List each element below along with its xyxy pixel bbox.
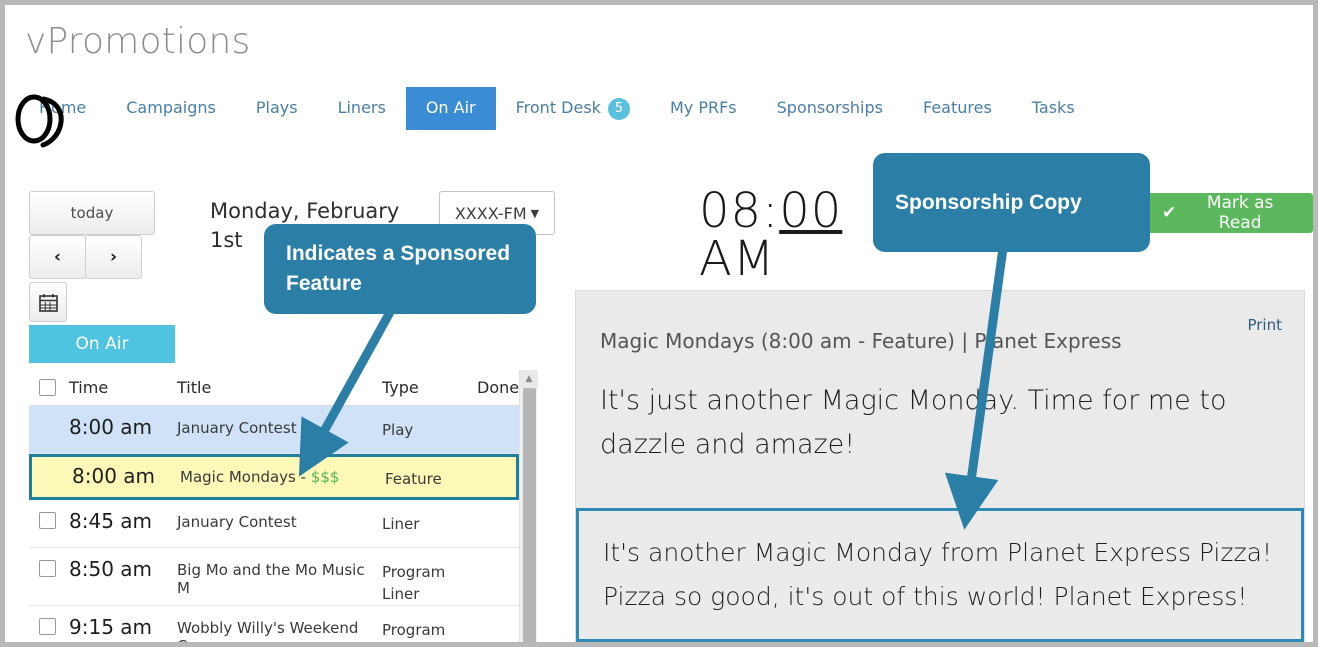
row-checkbox-cell bbox=[29, 406, 69, 418]
nav-item-label: Tasks bbox=[1031, 98, 1075, 117]
select-all-checkbox[interactable] bbox=[39, 379, 56, 396]
station-select-value: XXXX-FM bbox=[454, 203, 527, 223]
column-header-title: Title bbox=[177, 378, 212, 397]
nav-item-sponsorships[interactable]: Sponsorships bbox=[757, 87, 903, 130]
row-type: Play bbox=[382, 421, 414, 439]
nav-item-label: Home bbox=[39, 98, 87, 117]
row-checkbox[interactable] bbox=[39, 512, 56, 529]
row-checkbox-cell bbox=[32, 457, 72, 469]
sponsorship-copy-box: It's another Magic Monday from Planet Ex… bbox=[576, 508, 1304, 642]
row-title: Magic Mondays - $$$ bbox=[180, 457, 385, 486]
chevron-down-icon: ▼ bbox=[530, 206, 540, 220]
column-header-time: Time bbox=[69, 378, 109, 397]
today-button-label: today bbox=[70, 204, 114, 222]
calendar-picker-button[interactable] bbox=[29, 282, 67, 322]
nav-item-features[interactable]: Features bbox=[903, 87, 1012, 130]
table-row[interactable]: 8:45 am January Contest Liner bbox=[29, 500, 519, 548]
chevron-right-icon: › bbox=[109, 247, 117, 267]
page-title: vPromotions bbox=[25, 21, 251, 62]
on-air-view-label: On Air bbox=[75, 334, 129, 354]
sponsored-indicator: $$$ bbox=[310, 468, 340, 486]
table-header-row: Time Title Type Done bbox=[29, 370, 519, 406]
row-time: 8:00 am bbox=[69, 415, 153, 439]
table-row[interactable]: 8:00 am January Contest Play bbox=[29, 406, 519, 454]
row-time: 8:00 am bbox=[72, 464, 156, 488]
mark-as-read-button[interactable]: ✔ Mark as Read bbox=[1146, 193, 1313, 233]
nav-item-label: Plays bbox=[255, 98, 298, 117]
row-title: January Contest bbox=[177, 513, 297, 531]
today-button[interactable]: today bbox=[29, 191, 155, 235]
content-subtitle: Magic Mondays (8:00 am - Feature) | Plan… bbox=[600, 329, 1122, 353]
select-all-cell bbox=[29, 379, 69, 396]
current-time-display: 08:00 AM bbox=[699, 187, 842, 283]
nav-item-plays[interactable]: Plays bbox=[236, 87, 318, 130]
main-navigation: Home Campaigns Plays Liners On Air Front… bbox=[19, 87, 1095, 130]
print-link[interactable]: Print bbox=[1247, 316, 1282, 334]
nav-item-label: My PRFs bbox=[669, 98, 737, 117]
scroll-up-icon[interactable]: ▲ bbox=[520, 370, 538, 388]
row-type: Feature bbox=[385, 470, 442, 488]
row-title: Wobbly Willy's Weekend Co bbox=[177, 619, 359, 647]
content-body: It's just another Magic Monday. Time for… bbox=[600, 385, 1227, 460]
table-row[interactable]: 9:15 am Wobbly Willy's Weekend Co Progra… bbox=[29, 606, 519, 647]
row-checkbox-cell bbox=[29, 606, 69, 635]
annotation-callout-feature: Indicates a Sponsored Feature bbox=[264, 224, 536, 314]
schedule-scrollbar[interactable]: ▲ bbox=[519, 370, 538, 642]
table-row[interactable]: 8:00 am Magic Mondays - $$$ Feature bbox=[29, 454, 519, 500]
clock-minutes: 00 bbox=[779, 183, 843, 239]
check-icon: ✔ bbox=[1162, 203, 1177, 223]
annotation-callout-feature-label: Indicates a Sponsored Feature bbox=[286, 242, 511, 295]
nav-item-home[interactable]: Home bbox=[19, 87, 106, 130]
row-checkbox-cell bbox=[29, 548, 69, 577]
column-header-type: Type bbox=[382, 377, 419, 397]
nav-item-front-desk[interactable]: Front Desk 5 bbox=[496, 87, 650, 130]
on-air-view-button[interactable]: On Air bbox=[29, 325, 175, 363]
annotation-callout-sponsor-label: Sponsorship Copy bbox=[895, 190, 1082, 214]
column-header-done: Done bbox=[477, 378, 520, 397]
nav-item-campaigns[interactable]: Campaigns bbox=[106, 87, 236, 130]
row-time: 8:45 am bbox=[69, 509, 153, 533]
row-checkbox[interactable] bbox=[39, 618, 56, 635]
app-window: vPromotions Home Campaigns Plays Liners … bbox=[0, 0, 1318, 647]
nav-item-tasks[interactable]: Tasks bbox=[1012, 87, 1095, 130]
nav-item-liners[interactable]: Liners bbox=[318, 87, 406, 130]
nav-item-label: Features bbox=[922, 98, 992, 117]
row-type: Program Liner bbox=[382, 563, 446, 603]
mark-as-read-label: Mark as Read bbox=[1206, 193, 1274, 233]
row-time: 9:15 am bbox=[69, 615, 153, 639]
row-type: Liner bbox=[382, 515, 420, 533]
nav-item-label: Front Desk bbox=[515, 98, 601, 117]
nav-item-label: Sponsorships bbox=[776, 98, 883, 117]
nav-item-label: On Air bbox=[425, 98, 476, 117]
annotation-callout-sponsor: Sponsorship Copy bbox=[873, 153, 1150, 252]
table-row[interactable]: 8:50 am Big Mo and the Mo Music M Progra… bbox=[29, 548, 519, 606]
content-panel: Magic Mondays (8:00 am - Feature) | Plan… bbox=[575, 290, 1305, 642]
scrollbar-thumb[interactable] bbox=[523, 388, 536, 642]
row-checkbox[interactable] bbox=[39, 560, 56, 577]
nav-item-my-prfs[interactable]: My PRFs bbox=[650, 87, 757, 130]
nav-item-on-air[interactable]: On Air bbox=[405, 87, 496, 130]
nav-item-label: Liners bbox=[337, 98, 386, 117]
row-title: January Contest bbox=[177, 419, 297, 437]
calendar-icon bbox=[38, 293, 58, 312]
row-title: Big Mo and the Mo Music M bbox=[177, 561, 365, 597]
chevron-left-icon: ‹ bbox=[53, 247, 61, 267]
row-time: 8:50 am bbox=[69, 557, 153, 581]
clock-meridiem: AM bbox=[699, 231, 776, 287]
row-type: Program Liner bbox=[382, 621, 446, 639]
row-title-text: Magic Mondays - bbox=[180, 468, 311, 486]
schedule-table: Time Title Type Done 8:00 am January Con… bbox=[29, 370, 519, 647]
next-day-button[interactable]: › bbox=[85, 235, 142, 279]
front-desk-badge: 5 bbox=[607, 98, 630, 120]
nav-item-label: Campaigns bbox=[126, 98, 216, 117]
previous-day-button[interactable]: ‹ bbox=[29, 235, 86, 279]
row-checkbox-cell bbox=[29, 500, 69, 529]
